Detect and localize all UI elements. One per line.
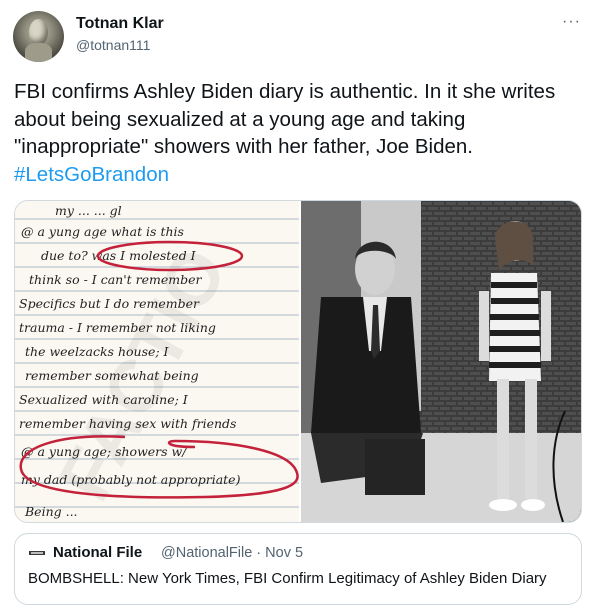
diary-line: remember somewhat being [25,368,199,383]
author-avatar[interactable] [13,11,64,62]
ellipsis-icon: ··· [562,13,581,30]
quoted-tweet[interactable]: National File @NationalFile · Nov 5 BOMB… [14,533,582,605]
diary-page-image[interactable]: FACTIO my ... ... gl @ a yung age what i… [15,201,299,522]
quoted-avatar-icon [29,551,45,555]
diary-line: my ... ... gl [55,203,122,218]
tweet-text: FBI confirms Ashley Biden diary is authe… [14,78,574,188]
diary-line: Being ... [24,504,78,519]
tweet-body: FBI confirms Ashley Biden diary is authe… [14,80,556,158]
diary-line: due to? was I molested I [41,248,197,263]
author-display-name[interactable]: Totnan Klar [76,15,164,33]
more-options-button[interactable]: ··· [562,13,581,31]
quoted-display-name: National File [53,544,143,561]
tweet[interactable]: Totnan Klar @totnan111 ··· FBI confirms … [0,0,599,605]
quoted-handle-date: @NationalFile · Nov 5 [161,545,304,561]
diary-line: Sexualized with caroline; I [19,392,189,407]
diary-line: think so - I can't remember [29,272,203,287]
photo-svg [301,201,581,522]
avatar-face [29,19,48,45]
avatar-bust [25,43,52,62]
quoted-text: BOMBSHELL: New York Times, FBI Confirm L… [28,570,547,587]
diary-line: Specifics but I do remember [19,296,200,311]
diary-line: @ a yung age what is this [21,224,184,239]
photo-image[interactable] [301,201,581,522]
diary-line: the weelzacks house; I [25,344,170,359]
tweet-media[interactable]: FACTIO my ... ... gl @ a yung age what i… [14,200,582,523]
diary-line: trauma - I remember not liking [19,320,216,335]
diary-line: @ a yung age; showers w/ [21,444,188,459]
author-handle[interactable]: @totnan111 [76,37,150,53]
diary-line: remember having sex with friends [19,416,236,431]
hashtag-link[interactable]: #LetsGoBrandon [14,163,169,186]
diary-line: my dad (probably not appropriate) [21,472,241,487]
diary-page-svg: FACTIO my ... ... gl @ a yung age what i… [15,201,299,522]
